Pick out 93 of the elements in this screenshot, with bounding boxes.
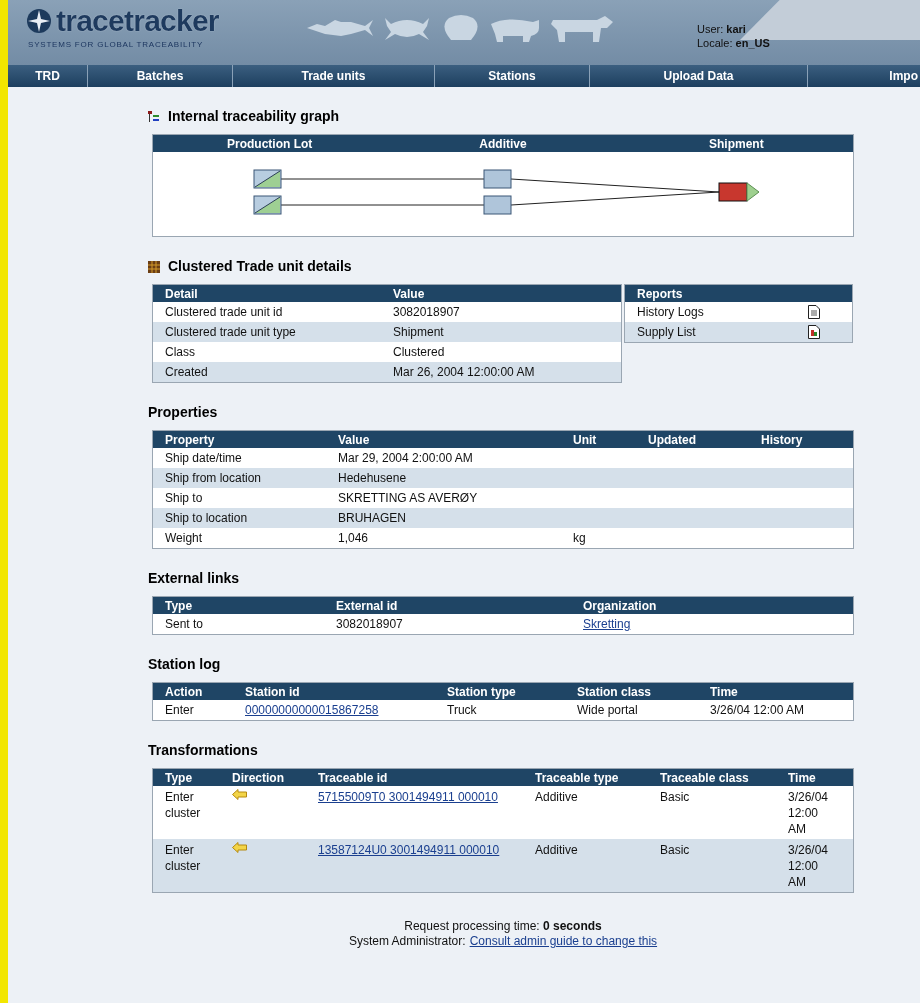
column-header: Type [164,770,194,787]
column-header: Traceable class [659,770,750,787]
table-cell-text: Enter [164,702,195,719]
column-header: Organization [582,598,658,615]
table-cell-text: Ship date/time [164,450,243,467]
column-header: Value [337,432,371,449]
table-cell-text: Clustered trade unit type [164,324,297,341]
table-cell-text: Basic [659,842,691,858]
column-header: Traceable type [534,770,620,787]
table-cell-text: Basic [659,789,691,805]
additive-node[interactable] [483,195,512,215]
link[interactable]: Skretting [583,617,631,631]
nav-tab[interactable]: Batches [88,65,233,87]
table-cell-text: kg [572,530,587,547]
table-cell-text: 3082018907 [335,616,404,633]
shipment-node[interactable] [718,182,760,202]
table-cell-text: 3/26/04 12:00 AM [709,702,806,719]
column-header: Value [392,286,426,303]
section-title: External links [148,569,240,588]
link[interactable]: 00000000000015867258 [245,703,379,717]
nav-tab[interactable]: Stations [435,65,590,87]
table-cell-text: Created [164,364,209,381]
compass-logo-icon [26,8,52,34]
column-header: Additive [478,136,528,153]
column-header: Reports [636,285,684,303]
table-cell-text: Clustered trade unit id [164,304,284,321]
table-cell-text: Additive [534,842,579,858]
table-cell-text: BRUHAGEN [337,510,407,527]
left-arrow-icon [232,789,247,800]
column-header: Property [164,432,216,449]
table-cell-text: Weight [164,530,204,547]
production-lot-node[interactable] [253,169,282,189]
section-title: Transformations [148,741,258,760]
nav-tab[interactable]: Upload Data [590,65,808,87]
table-cell-text: Class [164,344,196,361]
table-cell-text: 3082018907 [392,304,461,321]
locale-info: Locale: en_US [697,36,770,50]
processing-time: Request processing time: 0 seconds [404,919,602,934]
section-title: Internal traceability graph [168,107,340,126]
table-cell-text: Sent to [164,616,205,633]
table-cell-text: Truck [446,702,478,719]
column-header: External id [335,598,399,615]
table-cell-text: SKRETTING AS AVERØY [337,490,479,507]
table-cell-text: Enter cluster [164,842,202,874]
table-cell-text: Mar 26, 2004 12:00:00 AM [392,364,536,381]
table-cell-text: 3/26/04 12:00 AM [787,789,830,837]
tagline: SYSTEMS FOR GLOBAL TRACEABILITY [28,39,205,51]
section-title: Station log [148,655,221,674]
column-header: Shipment [708,136,765,153]
table-cell-text: Clustered [392,344,446,361]
table-cell-text: Wide portal [576,702,639,719]
table-cell-text: Additive [534,789,579,805]
section-title: Properties [148,403,218,422]
table-cell-text: 3/26/04 12:00 AM [787,842,830,890]
user-info: User: kari [697,22,747,36]
report-chart-icon[interactable] [808,325,820,339]
column-header: Updated [647,432,697,449]
grid-icon [148,260,160,273]
section-title: Clustered Trade unit details [168,257,352,276]
left-arrow-icon [232,842,247,853]
additive-node[interactable] [483,169,512,189]
table-cell-text: Mar 29, 2004 2:00:00 AM [337,450,474,467]
logo[interactable]: tracetracker [56,6,219,36]
table-cell-text: Shipment [392,324,445,341]
column-header: Station id [244,684,301,701]
link[interactable]: 57155009T0 3001494911 000010 [318,790,498,804]
column-header: Type [164,598,194,615]
link[interactable]: Consult admin guide to change this [469,934,658,949]
column-header: Detail [164,286,199,303]
table-cell-text: Ship to [164,490,204,507]
column-header: Time [787,770,817,787]
nav-tab[interactable]: Trade units [233,65,435,87]
column-header: Traceable id [317,770,389,787]
nav-tab[interactable]: Impo [808,65,918,87]
table-cell-text: Enter cluster [164,789,202,821]
column-header: Time [709,684,739,701]
column-header: History [760,432,804,449]
column-header: Station class [576,684,653,701]
column-header: Station type [446,684,517,701]
table-cell-text: Ship to location [164,510,249,527]
column-header: Action [164,684,204,701]
table-cell-text: Ship from location [164,470,263,487]
report-document-icon[interactable] [808,305,820,319]
nav-tab[interactable]: TRD [8,65,88,87]
table-cell-text: Hedehusene [337,470,408,487]
column-header: Production Lot [226,136,314,153]
column-header: Unit [572,432,598,449]
tree-icon [148,110,160,123]
link[interactable]: 13587124U0 3001494911 000010 [318,843,500,857]
admin-label: System Administrator: [348,934,466,949]
production-lot-node[interactable] [253,195,282,215]
column-header: Direction [231,770,285,787]
table-cell-text: 1,046 [337,530,370,547]
